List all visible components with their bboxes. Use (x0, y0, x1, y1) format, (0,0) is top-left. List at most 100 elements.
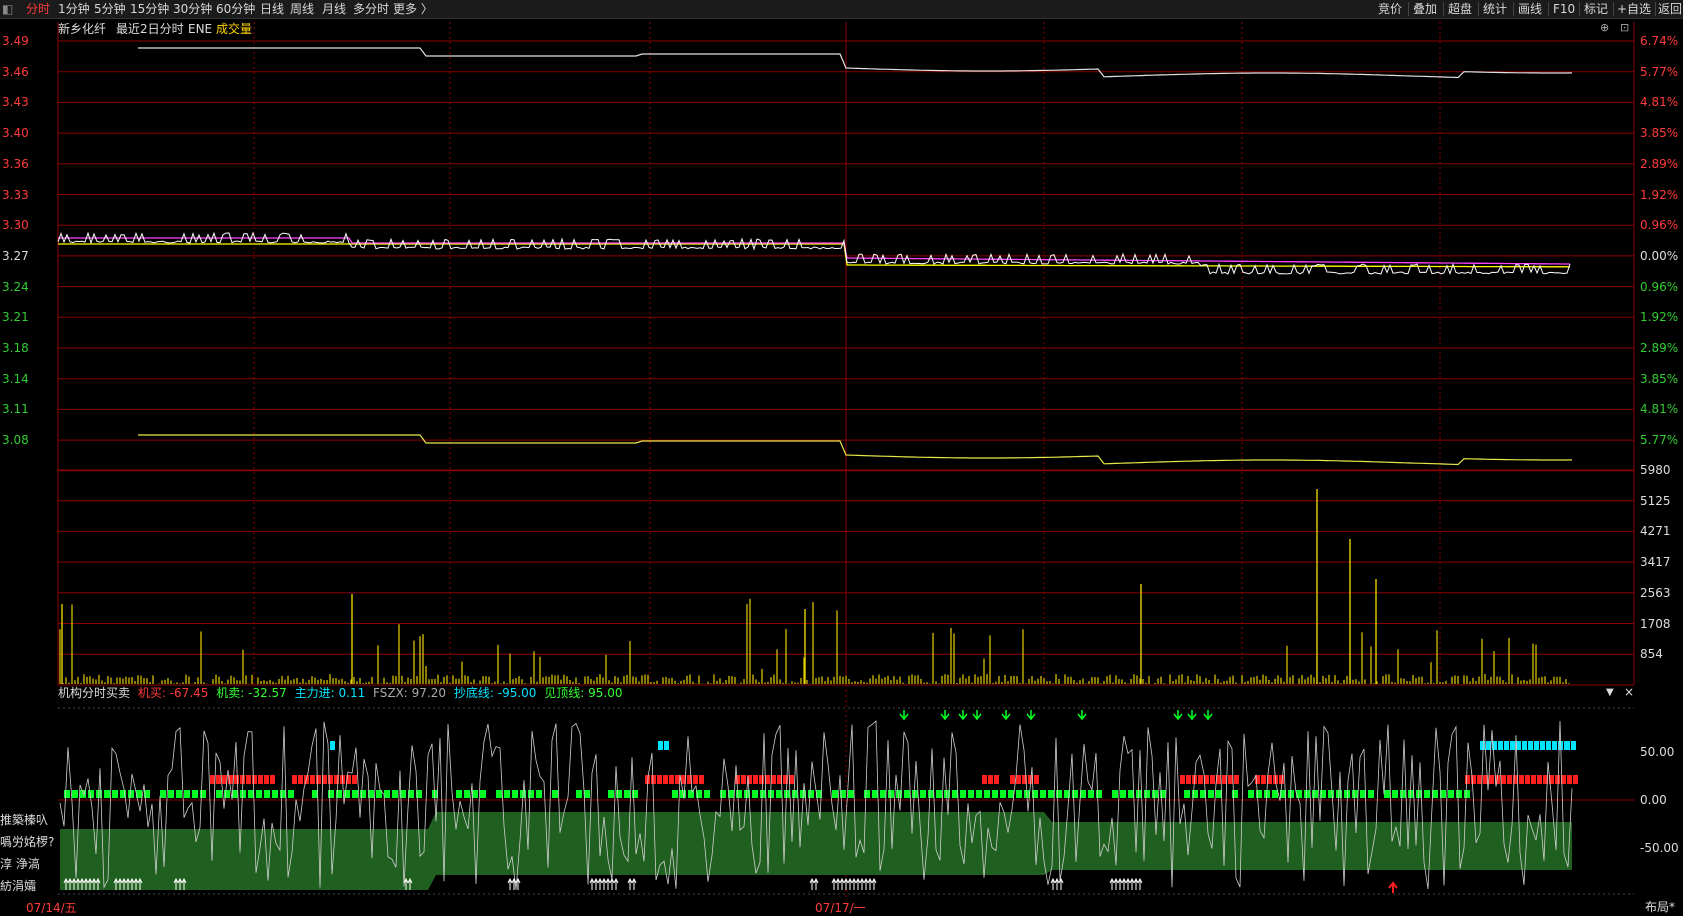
sell-bar (1008, 790, 1014, 798)
buy-bar (270, 775, 275, 784)
sell-bar (1368, 790, 1374, 798)
buy-bar (1228, 775, 1233, 784)
buy-bar (657, 775, 662, 784)
buy-bar (1010, 775, 1015, 784)
sell-bar (184, 790, 190, 798)
sell-bar (504, 790, 510, 798)
layout-button[interactable]: 布局* (1645, 898, 1675, 915)
side-menu-item[interactable]: 淳 浄滈 (0, 855, 56, 872)
signal-bar (1522, 741, 1527, 750)
buy-bar (258, 775, 263, 784)
up-arrow-signal (813, 877, 819, 890)
buy-bar (1555, 775, 1560, 784)
sell-bar (1072, 790, 1078, 798)
up-arrow-signal (627, 877, 633, 890)
price-tick: 3.18 (2, 341, 29, 355)
sell-bar (264, 790, 270, 798)
price-tick: 3.21 (2, 310, 29, 325)
signal-bar (1528, 741, 1533, 750)
up-arrow-signal (809, 877, 815, 890)
buy-bar (1537, 775, 1542, 784)
price-tick: 3.14 (2, 371, 29, 386)
buy-bar (675, 775, 680, 784)
sell-bar (1120, 790, 1126, 798)
sell-bar (1384, 790, 1390, 798)
sell-bar (1400, 790, 1406, 798)
indicator-title: 机构分时买卖 (58, 686, 131, 700)
sell-bar (464, 790, 470, 798)
sell-bar (512, 790, 518, 798)
price-tick: 3.30 (2, 218, 29, 233)
maximize-icon[interactable]: ⊡ (1620, 21, 1629, 35)
up-arrow-signal (867, 877, 873, 890)
buy-bar (735, 775, 740, 784)
signal-bar (1565, 741, 1570, 750)
sell-bar (256, 790, 262, 798)
zoom-icon[interactable]: ⊕ (1600, 21, 1609, 35)
sell-bar (496, 790, 502, 798)
sell-bar (1248, 790, 1254, 798)
sell-bar (1088, 790, 1094, 798)
buy-bar (1567, 775, 1572, 784)
volume-tick: 3417 (1640, 555, 1671, 570)
sell-bar (784, 790, 790, 798)
sell-bar (1016, 790, 1022, 798)
buy-bar (222, 775, 227, 784)
buy-bar (1279, 775, 1284, 784)
sell-bar (248, 790, 254, 798)
ene-upper-line (138, 47, 1573, 79)
price-tick: 3.46 (2, 64, 29, 79)
sell-bar (552, 790, 558, 798)
sell-bar (736, 790, 742, 798)
bottom-value: -95.00 (497, 686, 537, 700)
up-arrow-signal (851, 877, 857, 890)
down-arrow-signal (899, 710, 909, 721)
signal-bar (1540, 741, 1545, 750)
sell-bar (480, 790, 486, 798)
up-arrow-signal (589, 877, 595, 890)
buy-bar (651, 775, 656, 784)
sell-bar (808, 790, 814, 798)
volume-tick: 854 (1640, 647, 1663, 662)
buy-bar (316, 775, 321, 784)
up-arrow-signal (843, 877, 849, 890)
buy-bar (982, 775, 987, 784)
buy-bar (753, 775, 758, 784)
sell-bar (624, 790, 630, 798)
indicator-name: ENE (188, 22, 213, 36)
signal-bar (330, 741, 335, 750)
percent-tick: 0.00% (1640, 248, 1679, 263)
percent-tick: 1.92% (1640, 187, 1679, 202)
sell-bar (216, 790, 222, 798)
buy-bar (741, 775, 746, 784)
buy-bar (216, 775, 221, 784)
up-arrow-signal (1054, 877, 1060, 890)
buy-bar (994, 775, 999, 784)
up-arrow-signal (835, 877, 841, 890)
sell-bar (1056, 790, 1062, 798)
intraday-chart (57, 22, 1635, 898)
sell-bar (936, 790, 942, 798)
up-arrow-signal (863, 877, 869, 890)
side-menu-item[interactable]: 噅労姳椤? (0, 833, 56, 850)
sell-bar (312, 790, 318, 798)
percent-tick: 5.77% (1640, 64, 1679, 79)
sell-bar (112, 790, 118, 798)
volume-label: 成交量 (216, 22, 253, 36)
up-arrow-signal (1129, 877, 1135, 890)
dropdown-icon[interactable]: ▼ (1606, 686, 1614, 700)
close-icon[interactable]: × (1624, 685, 1634, 699)
buy-bar (298, 775, 303, 784)
sell-bar (704, 790, 710, 798)
up-arrow-signal (593, 877, 599, 890)
side-menu-item[interactable]: 紡涓孀 (0, 877, 56, 894)
up-arrow-signal (1117, 877, 1123, 890)
buy-bar (1525, 775, 1530, 784)
sell-bar (456, 790, 462, 798)
percent-tick: 0.96% (1640, 218, 1679, 233)
ene-lower-line (138, 434, 1573, 466)
top-label: 见顶线: (544, 686, 585, 700)
percent-tick: 1.92% (1640, 310, 1679, 325)
volume-tick: 4271 (1640, 524, 1671, 539)
side-menu-item[interactable]: 推築榛叺 (0, 811, 56, 828)
